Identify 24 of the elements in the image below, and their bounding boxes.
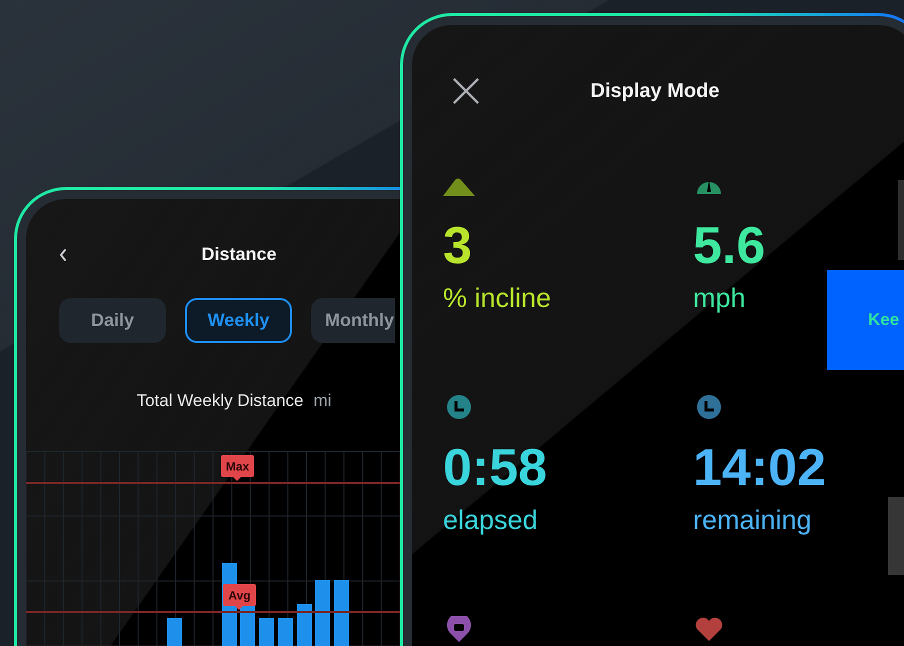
screen-title: Distance [201,244,277,264]
metric-value: 0:58 [443,440,548,496]
chart-bar [315,580,330,646]
metric-unit: mph [693,282,746,314]
back-icon[interactable] [58,247,68,263]
side-button[interactable]: Kee [827,270,904,370]
chart-title: Total Weekly Distance [136,391,304,411]
period-tab[interactable]: Daily [59,298,166,343]
metric-value: 5.6 [693,218,766,274]
close-icon[interactable] [452,77,480,105]
unit-label: mi [313,391,332,411]
period-tab[interactable]: Monthly [311,298,395,343]
metric-value: 14:02 [693,440,826,496]
metric-unit: % incline [443,282,552,314]
chart-bar [334,580,349,646]
metric-unit: remaining [693,504,812,536]
period-tab[interactable]: Weekly [185,298,292,343]
metric-value: 3 [443,218,472,274]
chart-bar [297,604,312,646]
chart-bar [167,618,182,646]
metric-unit: elapsed [443,504,538,536]
chart-bar [259,618,274,646]
screen-title: Display Mode [590,80,720,102]
chart-bar [278,618,293,646]
